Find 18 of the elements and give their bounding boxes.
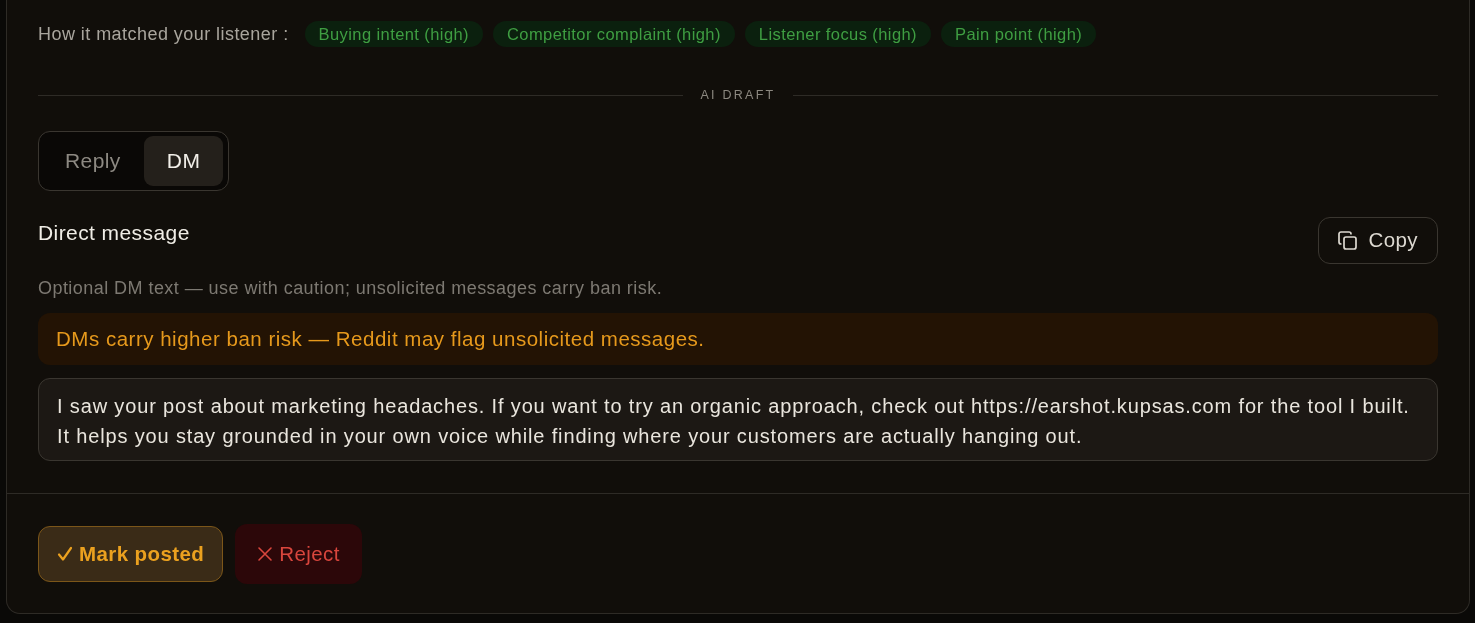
match-label: How it matched your listener : (38, 22, 289, 46)
message-field[interactable]: I saw your post about marketing headaches. If you want to try an organic approach, check out https://earshot.kupsas.com for the tool I built. It helps you stay grounded in your own voice while finding where your customers are actually hanging out. (38, 378, 1438, 461)
mode-tab[interactable]: Reply (44, 136, 142, 186)
match-tag: Listener focus (high) (744, 21, 931, 47)
warning-text: DMs carry higher ban risk — Reddit may flag unsolicited messages. (56, 325, 705, 352)
match-tag: Pain point (high) (941, 21, 1097, 47)
check-icon (57, 546, 73, 562)
copy-icon (1337, 231, 1357, 250)
match-tag: Competitor complaint (high) (493, 21, 735, 47)
section-title: Direct message (38, 220, 190, 246)
close-icon (257, 546, 274, 562)
reject-button[interactable]: Reject (235, 524, 362, 584)
match-tag: Buying intent (high) (304, 21, 483, 47)
mark-posted-button[interactable]: Mark posted (38, 526, 224, 582)
copy-button[interactable]: Copy (1317, 217, 1438, 264)
mode-tab[interactable]: DM (143, 136, 224, 186)
hint-text: Optional DM text — use with caution; unsolicited messages carry ban risk. (38, 277, 664, 299)
section-divider-label: AI DRAFT (700, 86, 776, 104)
